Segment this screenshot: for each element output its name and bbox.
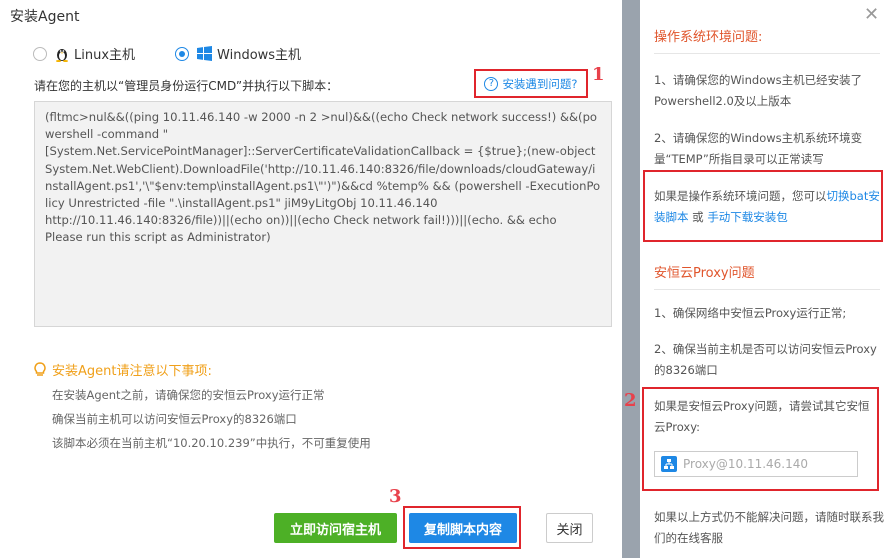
os-tip-or: 或 xyxy=(688,210,708,224)
divider xyxy=(654,289,880,290)
notice-item: 该脚本必须在当前主机“10.20.10.239”中执行，不可重复使用 xyxy=(52,436,371,450)
os-option-windows[interactable]: Windows主机 xyxy=(175,44,301,63)
screen: 安装Agent Linux主机 Windows主机 请在您的主机以“管理员身份运… xyxy=(0,0,886,558)
os-tip-prefix: 如果是操作系统环境问题，您可以 xyxy=(654,189,827,203)
proxy-select-placeholder: Proxy@10.11.46.140 xyxy=(683,457,809,471)
notice-item: 确保当前主机可以访问安恒云Proxy的8326端口 xyxy=(52,412,297,426)
os-label-windows: Windows主机 xyxy=(217,48,302,63)
radio-linux[interactable] xyxy=(33,46,47,61)
linux-icon xyxy=(55,46,69,62)
proxy-section-title: 安恒云Proxy问题 xyxy=(654,266,755,281)
os-label-linux: Linux主机 xyxy=(74,48,136,63)
annotation-number-3: 3 xyxy=(389,486,402,507)
annotation-number-2: 2 xyxy=(624,390,637,411)
script-instruction: 请在您的主机以“管理员身份运行CMD”并执行以下脚本： xyxy=(34,79,339,93)
copy-script-button[interactable]: 复制脚本内容 xyxy=(409,513,517,543)
manual-download-link[interactable]: 手动下载安装包 xyxy=(707,210,788,224)
radio-windows[interactable] xyxy=(175,46,190,61)
notice-list: 在安装Agent之前，请确保您的安恒云Proxy运行正常 确保当前主机可以访问安… xyxy=(52,388,371,460)
overlay-divider xyxy=(622,0,640,558)
notice-title-text: 安装Agent请注意以下事项: xyxy=(52,364,212,379)
panel-footer: 如果以上方式仍不能解决问题，请随时联系我们的在线客服 xyxy=(654,510,884,545)
install-problem-link[interactable]: ? 安装遇到问题? xyxy=(474,69,588,98)
proxy-select[interactable]: Proxy@10.11.46.140 xyxy=(654,451,858,477)
windows-icon xyxy=(197,46,213,61)
notice-title: 安装Agent请注意以下事项: xyxy=(34,360,212,379)
dialog-title: 安装Agent xyxy=(10,9,80,25)
install-problem-label: 安装遇到问题? xyxy=(502,76,578,91)
divider xyxy=(654,53,880,54)
os-tip: 如果是操作系统环境问题，您可以切换bat安装脚本 或 手动下载安装包 xyxy=(654,186,884,228)
os-item-2: 2、请确保您的Windows主机系统环境变量“TEMP”所指目录可以正常读写 xyxy=(654,131,863,166)
install-agent-dialog: 安装Agent Linux主机 Windows主机 请在您的主机以“管理员身份运… xyxy=(0,0,622,558)
proxy-tip: 如果是安恒云Proxy问题，请尝试其它安恒云Proxy: xyxy=(654,399,870,434)
proxy-item-2: 2、确保当前主机是否可以访问安恒云Proxy的8326端口 xyxy=(654,342,877,377)
os-section-title: 操作系统环境问题: xyxy=(654,30,763,45)
annotation-number-1: 1 xyxy=(592,64,605,85)
lightbulb-icon xyxy=(34,362,46,377)
os-selector: Linux主机 Windows主机 xyxy=(33,44,301,63)
visit-host-button[interactable]: 立即访问宿主机 xyxy=(274,513,397,543)
close-icon[interactable]: ✕ xyxy=(864,4,879,25)
notice-item: 在安装Agent之前，请确保您的安恒云Proxy运行正常 xyxy=(52,388,325,402)
script-textarea[interactable]: (fltmc>nul&&((ping 10.11.46.140 -w 2000 … xyxy=(34,101,612,327)
os-option-linux[interactable]: Linux主机 xyxy=(33,44,135,63)
network-icon xyxy=(661,456,677,472)
question-icon: ? xyxy=(484,76,499,91)
close-button[interactable]: 关闭 xyxy=(546,513,593,543)
proxy-item-1: 1、确保网络中安恒云Proxy运行正常; xyxy=(654,306,847,320)
os-item-1: 1、请确保您的Windows主机已经安装了Powershell2.0及以上版本 xyxy=(654,73,863,108)
